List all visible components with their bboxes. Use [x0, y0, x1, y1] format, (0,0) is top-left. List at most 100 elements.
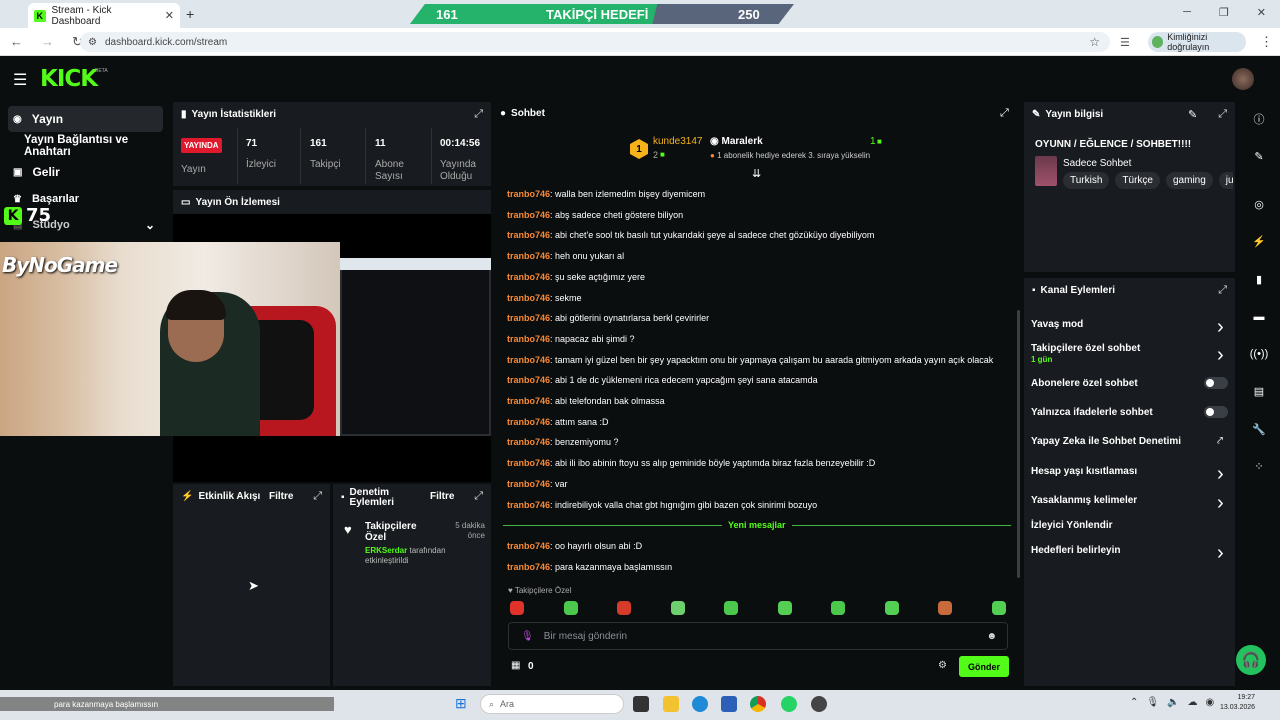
- external-link-icon[interactable]: ⤤: [1217, 435, 1223, 448]
- chat-username[interactable]: tranbo746: [507, 189, 550, 199]
- chat-input[interactable]: 🎙 Bir mesaj gönderin ☻: [508, 622, 1008, 650]
- chat-username[interactable]: tranbo746: [507, 251, 550, 261]
- tag-item[interactable]: Turkish: [1063, 172, 1110, 189]
- restore-icon[interactable]: ❐: [1219, 6, 1229, 19]
- bookmark-star-icon[interactable]: ☆: [1089, 35, 1100, 49]
- store-icon[interactable]: ▦: [511, 660, 520, 671]
- top-gifter-name[interactable]: kunde3147: [653, 136, 703, 147]
- expand-icon[interactable]: ⤢: [474, 490, 483, 503]
- chat-username[interactable]: tranbo746: [507, 272, 550, 282]
- emote-icon[interactable]: [991, 601, 1006, 615]
- chat-settings-icon[interactable]: ⚙: [938, 660, 947, 671]
- category-name[interactable]: Sadece Sohbet: [1063, 158, 1131, 169]
- emote-icon[interactable]: [670, 601, 685, 615]
- activity-filter-button[interactable]: Filtre: [269, 491, 293, 502]
- verify-identity-button[interactable]: Kimliğinizi doğrulayın: [1148, 32, 1246, 52]
- chat-username[interactable]: tranbo746: [507, 479, 550, 489]
- chat-username[interactable]: tranbo746: [507, 417, 550, 427]
- toggle-switch[interactable]: [1204, 377, 1228, 389]
- emote-icon[interactable]: [884, 601, 899, 615]
- document-icon[interactable]: ▮: [1250, 270, 1268, 288]
- close-tab-icon[interactable]: ✕: [165, 9, 174, 22]
- sidebar-item-yayin[interactable]: ◉ Yayın: [8, 106, 163, 132]
- emote-icon[interactable]: [777, 601, 792, 615]
- help-support-button[interactable]: 🎧: [1236, 645, 1266, 675]
- tag-item[interactable]: gaming: [1165, 172, 1213, 189]
- apps-icon[interactable]: ⁘: [1250, 457, 1268, 475]
- screen-capture-icon[interactable]: ◎: [1250, 195, 1268, 213]
- chat-username[interactable]: tranbo746: [507, 458, 550, 468]
- forward-icon[interactable]: →: [41, 34, 54, 50]
- chat-username[interactable]: tranbo746: [507, 334, 550, 344]
- chat-username[interactable]: tranbo746: [507, 313, 550, 323]
- chat-expand-icon[interactable]: ⤢: [1000, 107, 1009, 120]
- emote-icon[interactable]: [510, 601, 524, 615]
- new-tab-button[interactable]: +: [186, 6, 194, 22]
- site-info-icon[interactable]: ⚙: [88, 37, 97, 48]
- chat-username[interactable]: tranbo746: [507, 210, 550, 220]
- browser-menu-icon[interactable]: ⋮: [1260, 34, 1273, 50]
- expand-icon[interactable]: ⤢: [1218, 108, 1227, 121]
- chevron-right-icon[interactable]: ›: [1217, 316, 1224, 339]
- menu-hamburger-icon[interactable]: ☰: [13, 70, 27, 90]
- back-icon[interactable]: ←: [10, 34, 23, 50]
- chat-username[interactable]: tranbo746: [507, 375, 550, 385]
- minimize-icon[interactable]: ─: [1183, 6, 1191, 19]
- emote-icon[interactable]: [563, 601, 578, 615]
- sub-leaderboard-user[interactable]: ◉ Maralerk: [710, 136, 763, 147]
- chat-username[interactable]: tranbo746: [507, 355, 550, 365]
- chevron-right-icon[interactable]: ›: [1217, 463, 1224, 486]
- sidebar-item-stream-key[interactable]: Yayın Bağlantısı ve Anahtarı: [8, 133, 163, 159]
- emote-icon[interactable]: [724, 601, 738, 615]
- microphone-icon[interactable]: 🎙: [521, 631, 534, 642]
- chat-username[interactable]: tranbo746: [507, 437, 550, 447]
- taskbar-search[interactable]: ⌕ Ara: [480, 694, 624, 714]
- chat-username[interactable]: tranbo746: [507, 541, 550, 551]
- chevron-right-icon[interactable]: ›: [1217, 492, 1224, 515]
- browser-tab[interactable]: K Stream - Kick Dashboard ✕: [28, 3, 180, 28]
- whatsapp-icon[interactable]: [781, 696, 797, 712]
- chat-username[interactable]: tranbo746: [507, 562, 550, 572]
- chat-username[interactable]: tranbo746: [507, 500, 550, 510]
- close-window-icon[interactable]: ✕: [1257, 6, 1266, 19]
- mod-filter-button[interactable]: Filtre: [430, 491, 454, 502]
- chat-username[interactable]: tranbo746: [507, 293, 550, 303]
- file-explorer-icon[interactable]: [663, 696, 679, 712]
- user-avatar[interactable]: [1232, 68, 1254, 90]
- chat-username[interactable]: tranbo746: [507, 230, 550, 240]
- pen-icon[interactable]: ✎: [1250, 147, 1268, 165]
- toggle-switch[interactable]: [1204, 406, 1228, 418]
- task-view-icon[interactable]: [633, 696, 649, 712]
- reading-list-icon[interactable]: ☰: [1120, 36, 1130, 49]
- tag-item[interactable]: jus: [1218, 172, 1233, 189]
- chat-username[interactable]: tranbo746: [507, 396, 550, 406]
- edge-browser-icon[interactable]: [692, 696, 708, 712]
- info-icon[interactable]: ⓘ: [1250, 110, 1268, 128]
- windows-start-icon[interactable]: ⊞: [455, 695, 471, 711]
- system-tray-icons[interactable]: ⌃🎙🔈☁◉: [1130, 697, 1222, 708]
- wrench-icon[interactable]: 🔧: [1250, 420, 1268, 438]
- collapse-arrow-icon[interactable]: ⇊: [752, 167, 761, 180]
- tag-item[interactable]: Türkçe: [1115, 172, 1160, 189]
- lightning-icon[interactable]: ⚡: [1250, 232, 1268, 250]
- chat-bubble-icon[interactable]: ▬: [1250, 308, 1268, 326]
- send-button[interactable]: Gönder: [959, 656, 1009, 677]
- emoji-icon[interactable]: ☻: [986, 631, 997, 642]
- broadcast-waves-icon[interactable]: ((•)): [1250, 345, 1269, 363]
- emote-icon[interactable]: [831, 601, 845, 615]
- taskbar-clock[interactable]: 19:27 13.03.2026: [1220, 693, 1255, 713]
- chat-scrollbar[interactable]: [1017, 310, 1020, 578]
- store-app-icon[interactable]: [721, 696, 737, 712]
- sidebar-item-gelir[interactable]: ▣ Gelir: [8, 159, 163, 185]
- expand-icon[interactable]: ⤢: [1218, 284, 1227, 297]
- app-icon[interactable]: [811, 696, 827, 712]
- chevron-right-icon[interactable]: ›: [1217, 344, 1224, 367]
- address-bar[interactable]: ⚙ dashboard.kick.com/stream ☆: [80, 32, 1110, 52]
- emote-icon[interactable]: [617, 601, 631, 615]
- emote-icon[interactable]: [938, 601, 952, 615]
- expand-icon[interactable]: ⤢: [313, 490, 322, 503]
- chevron-right-icon[interactable]: ›: [1217, 542, 1224, 565]
- layout-icon[interactable]: ▤: [1250, 382, 1268, 400]
- expand-icon[interactable]: ⤢: [474, 108, 483, 121]
- edit-pencil-icon[interactable]: ✎: [1188, 108, 1197, 121]
